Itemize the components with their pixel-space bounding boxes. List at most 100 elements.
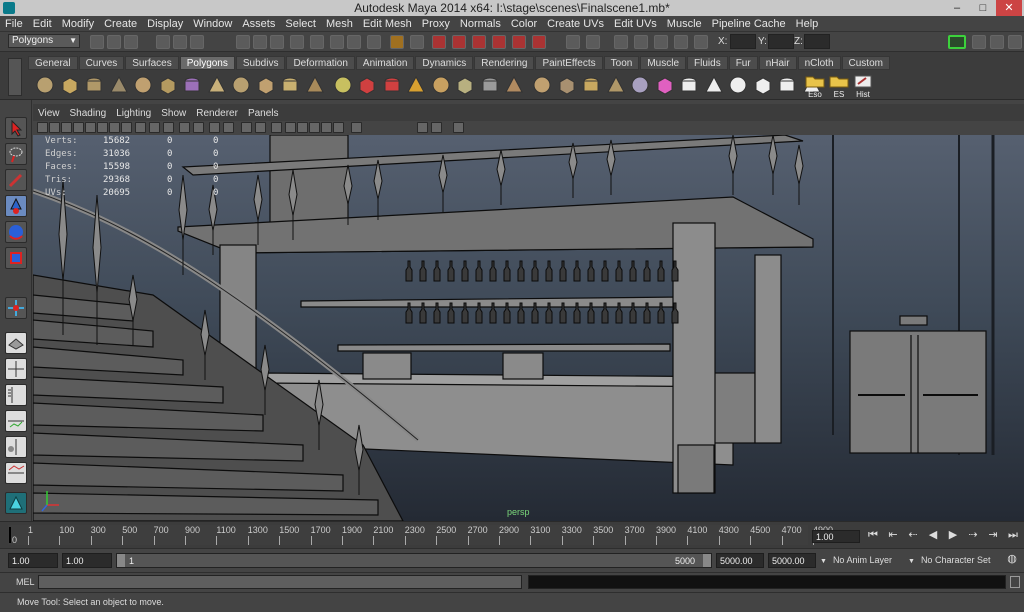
safe-title-icon[interactable]: [193, 122, 204, 133]
xray-joints-icon[interactable]: [431, 122, 442, 133]
menu-color[interactable]: Color: [506, 16, 542, 32]
command-input[interactable]: [38, 575, 522, 589]
menu-create[interactable]: Create: [99, 16, 142, 32]
play-forwards-icon[interactable]: ▶: [944, 528, 962, 543]
construction-history-icon[interactable]: [347, 35, 361, 49]
playback-end-field[interactable]: 5000.00: [716, 553, 764, 568]
outliner-icon[interactable]: [614, 35, 628, 49]
booleans-intersection-icon[interactable]: [454, 74, 476, 96]
select-hierarchy-icon[interactable]: [156, 35, 170, 49]
poly-soccer-ball-icon[interactable]: [279, 74, 301, 96]
ipr-render-icon[interactable]: [452, 35, 466, 49]
relative-transform-icon[interactable]: [694, 35, 708, 49]
range-end-handle[interactable]: [703, 554, 711, 567]
tab-rendering[interactable]: Rendering: [474, 56, 535, 70]
menu-edit-uvs[interactable]: Edit UVs: [609, 16, 662, 32]
range-slider[interactable]: 1 5000: [116, 553, 712, 568]
batch-render-icon[interactable]: [532, 35, 546, 49]
select-object-icon[interactable]: [173, 35, 187, 49]
open-scene-icon[interactable]: [107, 35, 121, 49]
poly-cone-icon[interactable]: [108, 74, 130, 96]
ambient-occlusion-icon[interactable]: [297, 122, 308, 133]
grease-pencil-icon[interactable]: [97, 122, 108, 133]
tab-painteffects[interactable]: PaintEffects: [535, 56, 603, 70]
channel-box-icon[interactable]: [1008, 35, 1022, 49]
snap-view-plane-icon[interactable]: [290, 35, 304, 49]
select-tool-icon[interactable]: [5, 117, 27, 139]
script-language-label[interactable]: MEL: [4, 575, 35, 589]
textured-icon[interactable]: [255, 122, 266, 133]
hypershade-icon[interactable]: [492, 35, 506, 49]
tab-custom[interactable]: Custom: [841, 56, 890, 70]
go-to-end-icon[interactable]: ⏭: [1004, 528, 1022, 543]
depth-of-field-icon[interactable]: [333, 122, 344, 133]
bevel-icon[interactable]: [580, 74, 602, 96]
tab-fur[interactable]: Fur: [728, 56, 758, 70]
panel-menu-view[interactable]: View: [33, 108, 65, 119]
attribute-editor-icon[interactable]: [972, 35, 986, 49]
isolate-select-icon[interactable]: [351, 122, 362, 133]
perspective-viewport[interactable]: Verts: 15682 0 0 Edges: 31036 0 0 Faces: 15598 0…: [33, 135, 1024, 521]
new-scene-icon[interactable]: [90, 35, 104, 49]
menu-file[interactable]: File: [0, 16, 28, 32]
tab-muscle[interactable]: Muscle: [640, 56, 687, 70]
offset-edgeloop-icon[interactable]: [678, 74, 700, 96]
reduce-icon[interactable]: [752, 74, 774, 96]
attribute-icon[interactable]: [654, 35, 668, 49]
current-frame-field[interactable]: 1.00: [812, 530, 860, 543]
tab-ncloth[interactable]: nCloth: [797, 56, 841, 70]
panel-menu-renderer[interactable]: Renderer: [191, 108, 243, 119]
move-tool-icon[interactable]: [5, 195, 27, 217]
display-layer-icon[interactable]: [586, 35, 600, 49]
motion-blur-icon[interactable]: [309, 122, 320, 133]
render-layer-icon[interactable]: [566, 35, 580, 49]
split-polygon-icon[interactable]: [629, 74, 651, 96]
wireframe-icon[interactable]: [209, 122, 220, 133]
camera-attributes-icon[interactable]: [49, 122, 60, 133]
modeling-toolkit-icon[interactable]: [948, 35, 966, 49]
average-vertices-icon[interactable]: [503, 74, 525, 96]
save-scene-icon[interactable]: [124, 35, 138, 49]
poly-prism-icon[interactable]: [181, 74, 203, 96]
key-icon[interactable]: ◍: [1004, 552, 1020, 567]
tab-toon[interactable]: Toon: [603, 56, 640, 70]
paint-select-tool-icon[interactable]: [5, 169, 27, 191]
two-d-pan-icon[interactable]: [85, 122, 96, 133]
render-layout-icon[interactable]: [5, 492, 27, 514]
poly-torus-icon[interactable]: [157, 74, 179, 96]
booleans-union-icon[interactable]: [405, 74, 427, 96]
menu-display[interactable]: Display: [142, 16, 188, 32]
tab-dynamics[interactable]: Dynamics: [415, 56, 474, 70]
input-ops-icon[interactable]: [390, 35, 404, 49]
history-icon[interactable]: [330, 35, 344, 49]
tool-settings-icon[interactable]: [674, 35, 688, 49]
extract-icon[interactable]: [381, 74, 403, 96]
panel-menu-panels[interactable]: Panels: [243, 108, 284, 119]
tab-surfaces[interactable]: Surfaces: [125, 56, 179, 70]
extrude-icon[interactable]: [556, 74, 578, 96]
tab-deformation[interactable]: Deformation: [286, 56, 355, 70]
range-start-handle[interactable]: [117, 554, 125, 567]
smooth-shade-icon[interactable]: [223, 122, 234, 133]
menu-edit-mesh[interactable]: Edit Mesh: [358, 16, 417, 32]
append-polygon-icon[interactable]: [703, 74, 725, 96]
script-editor-icon[interactable]: [1010, 576, 1020, 588]
tab-polygons[interactable]: Polygons: [179, 56, 235, 70]
image-plane-icon[interactable]: [73, 122, 84, 133]
poly-cube-icon[interactable]: [59, 74, 81, 96]
menu-muscle[interactable]: Muscle: [662, 16, 707, 32]
combine-icon[interactable]: [332, 74, 354, 96]
time-slider-track[interactable]: 0 1 100 300 500 700 900 1100 1300 1500 1700 1900 21…: [8, 525, 833, 545]
lights-icon[interactable]: [271, 122, 282, 133]
film-gate-icon[interactable]: [121, 122, 132, 133]
render-current-frame-icon[interactable]: [410, 35, 424, 49]
select-camera-icon[interactable]: [37, 122, 48, 133]
tab-animation[interactable]: Animation: [355, 56, 415, 70]
step-back-key-icon[interactable]: ⇤: [884, 528, 902, 543]
bridge-icon[interactable]: [531, 74, 553, 96]
step-forward-frame-icon[interactable]: ⇢: [964, 528, 982, 543]
resolution-gate-icon[interactable]: [135, 122, 146, 133]
go-to-start-icon[interactable]: ⏮: [864, 528, 882, 543]
fill-hole-icon[interactable]: [727, 74, 749, 96]
animation-start-field[interactable]: 1.00: [8, 553, 58, 568]
